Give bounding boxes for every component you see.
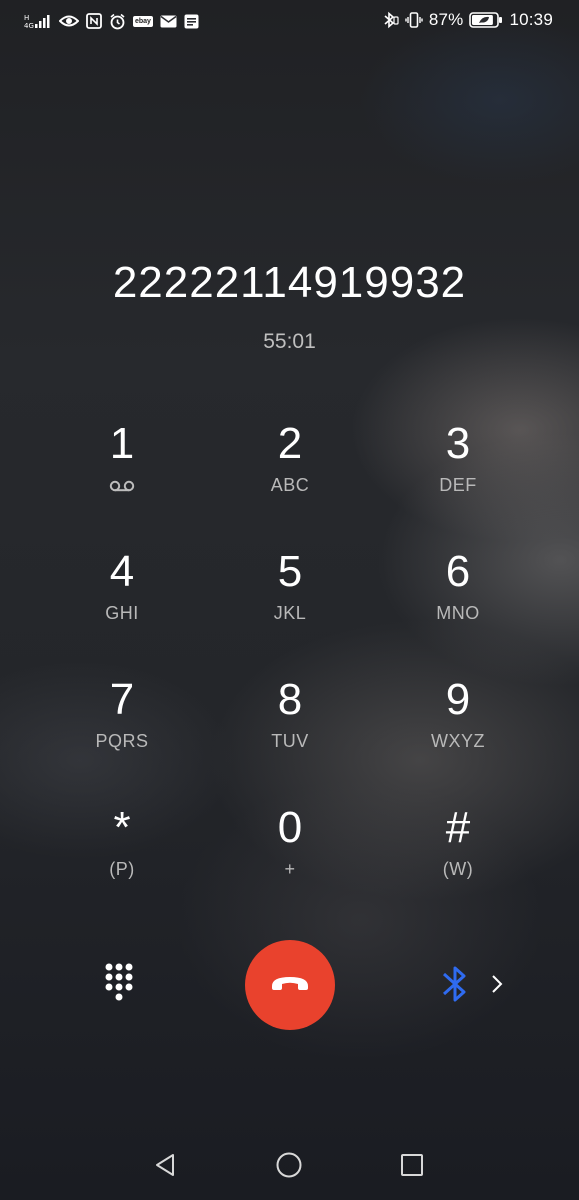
key-2[interactable]: 2 ABC [206, 415, 374, 543]
key-9[interactable]: 9 WXYZ [374, 671, 542, 799]
bluetooth-icon [438, 962, 472, 1011]
key-digit: 9 [445, 675, 471, 724]
nav-home-button[interactable] [274, 1152, 304, 1182]
key-letters: + [284, 859, 296, 879]
bluetooth-audio-button[interactable] [438, 962, 504, 1011]
key-3[interactable]: 3 DEF [374, 415, 542, 543]
key-letters: DEF [439, 475, 477, 495]
key-letters: PQRS [95, 731, 149, 751]
navigation-bar [0, 1140, 579, 1200]
key-4[interactable]: 4 GHI [38, 543, 206, 671]
key-digit: # [445, 803, 471, 852]
call-timer: 55:01 [263, 330, 316, 353]
dialpad-icon [104, 963, 142, 1010]
key-digit: 2 [277, 419, 303, 468]
nav-recents-button[interactable] [397, 1152, 427, 1182]
back-icon [153, 1152, 179, 1183]
key-letters: TUV [271, 731, 309, 751]
svg-text:4G: 4G [24, 22, 34, 29]
key-letters: (W) [442, 859, 474, 879]
key-digit: 8 [277, 675, 303, 724]
status-right-icons: 87% 10:39 [381, 10, 553, 30]
key-5[interactable]: 5 JKL [206, 543, 374, 671]
key-letters: MNO [436, 603, 480, 623]
alarm-icon [109, 12, 126, 30]
bluetooth-status-icon [381, 11, 399, 29]
signal-icon: H 4G [24, 12, 52, 30]
notification-icon [184, 12, 199, 30]
ebay-label: ebay [133, 15, 153, 27]
key-letters: WXYZ [431, 731, 485, 751]
key-0[interactable]: 0 + [206, 799, 374, 927]
vibrate-icon [405, 11, 423, 29]
key-8[interactable]: 8 TUV [206, 671, 374, 799]
phone-number: 22222114919932 [112, 258, 467, 307]
status-left-icons: H 4G ebay [24, 12, 199, 30]
svg-text:H: H [24, 14, 29, 22]
key-7[interactable]: 7 PQRS [38, 671, 206, 799]
dialpad-toggle-button[interactable] [104, 962, 142, 1006]
key-letters: ABC [270, 475, 310, 495]
key-digit: 4 [109, 547, 135, 596]
key-digit: 1 [109, 419, 135, 468]
key-hash[interactable]: # (W) [374, 799, 542, 927]
clock-time: 10:39 [509, 10, 553, 29]
battery-icon [469, 11, 503, 29]
key-letters: GHI [105, 603, 139, 623]
key-letters: JKL [273, 603, 307, 623]
status-bar: H 4G ebay 87% 10:39 [0, 0, 579, 44]
nav-back-button[interactable] [151, 1152, 181, 1182]
home-icon [275, 1151, 303, 1184]
hangup-phone-icon [269, 973, 311, 998]
key-digit: 5 [277, 547, 303, 596]
key-letters: (P) [109, 859, 135, 879]
chevron-right-icon [490, 972, 504, 1001]
battery-percent: 87% [428, 10, 464, 29]
key-6[interactable]: 6 MNO [374, 543, 542, 671]
key-digit: 7 [109, 675, 135, 724]
key-digit: 3 [445, 419, 471, 468]
mail-icon [160, 12, 177, 30]
key-digit: 6 [445, 547, 471, 596]
key-digit: * [113, 803, 131, 852]
recents-icon [399, 1152, 425, 1183]
eye-icon [59, 12, 79, 30]
voicemail-icon [109, 479, 135, 498]
keypad: 1 2 ABC 3 DEF 4 GHI 5 JKL 6 MNO 7 PQRS 8… [38, 415, 541, 927]
ebay-icon: ebay [133, 12, 153, 30]
nfc-icon [86, 12, 102, 30]
key-star[interactable]: * (P) [38, 799, 206, 927]
key-1[interactable]: 1 [38, 415, 206, 543]
end-call-button[interactable] [245, 940, 335, 1030]
key-digit: 0 [277, 803, 303, 852]
